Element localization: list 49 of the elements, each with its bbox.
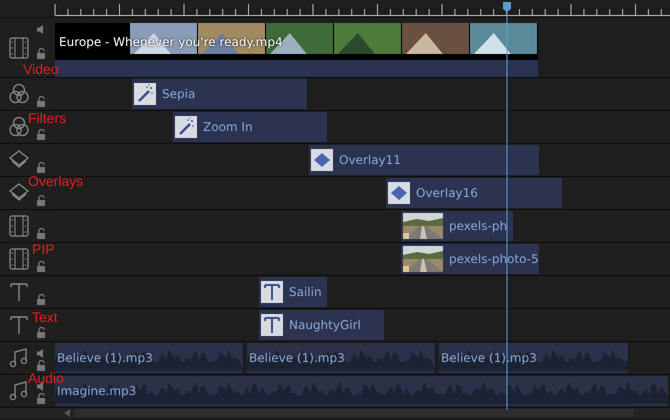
padlock-icon[interactable] — [36, 294, 45, 305]
padlock-icon[interactable] — [36, 96, 45, 107]
music-note-icon — [8, 346, 30, 370]
padlock-icon[interactable] — [36, 327, 45, 338]
audio-clip[interactable]: Believe (1).mp3 — [55, 343, 245, 373]
audio-clip[interactable]: Believe (1).mp3 — [247, 343, 437, 373]
clip-label: Believe (1).mp3 — [249, 351, 345, 365]
speaker-icon[interactable] — [36, 24, 44, 35]
film-strip-icon — [8, 36, 30, 60]
timeline-clip[interactable]: pexels-ph — [401, 211, 513, 241]
clip-label: Believe (1).mp3 — [57, 351, 153, 365]
annotation-label: PIP — [32, 241, 55, 257]
padlock-icon[interactable] — [36, 228, 45, 239]
padlock-icon[interactable] — [36, 360, 45, 371]
timeline-clip[interactable]: NaughtyGirl — [259, 310, 384, 340]
padlock-icon[interactable] — [36, 162, 45, 173]
type-icon — [261, 281, 283, 303]
clip-label: Imagine.mp3 — [57, 384, 136, 398]
annotation-label: Overlays — [28, 173, 84, 189]
scrollbar-thumb[interactable] — [74, 409, 634, 417]
clip-label: Sepia — [162, 87, 196, 101]
annotation-label: Filters — [28, 110, 66, 126]
annotation-label: Text — [32, 309, 58, 325]
timeline-clip[interactable]: Overlay11 — [309, 145, 539, 175]
magic-wand-icon — [134, 83, 156, 105]
timeline-clip[interactable]: Sepia — [132, 79, 307, 109]
timeline-clip[interactable]: Sailin — [259, 277, 327, 307]
magic-wand-icon — [175, 116, 197, 138]
clip-label: Sailin — [289, 285, 322, 299]
padlock-icon[interactable] — [36, 261, 45, 272]
circles-icon — [8, 115, 30, 139]
clip-label: Zoom In — [203, 120, 253, 134]
circles-icon — [8, 82, 30, 106]
film-strip-icon — [8, 247, 30, 271]
padlock-icon[interactable] — [36, 129, 45, 140]
film-strip-icon — [8, 214, 30, 238]
timeline-clip[interactable]: Overlay16 — [386, 178, 562, 208]
clip-label: pexels-ph — [449, 219, 508, 233]
scroll-left-icon[interactable] — [64, 409, 70, 417]
type-icon — [261, 314, 283, 336]
clip-label: Overlay16 — [416, 186, 478, 200]
timeline-clip[interactable]: Zoom In — [173, 112, 327, 142]
speaker-icon[interactable] — [36, 348, 44, 359]
clip-label: NaughtyGirl — [289, 318, 361, 332]
padlock-icon[interactable] — [36, 393, 45, 404]
padlock-icon[interactable] — [36, 48, 45, 59]
padlock-icon[interactable] — [36, 195, 45, 206]
clip-label: Overlay11 — [339, 153, 401, 167]
music-note-icon — [8, 379, 30, 403]
